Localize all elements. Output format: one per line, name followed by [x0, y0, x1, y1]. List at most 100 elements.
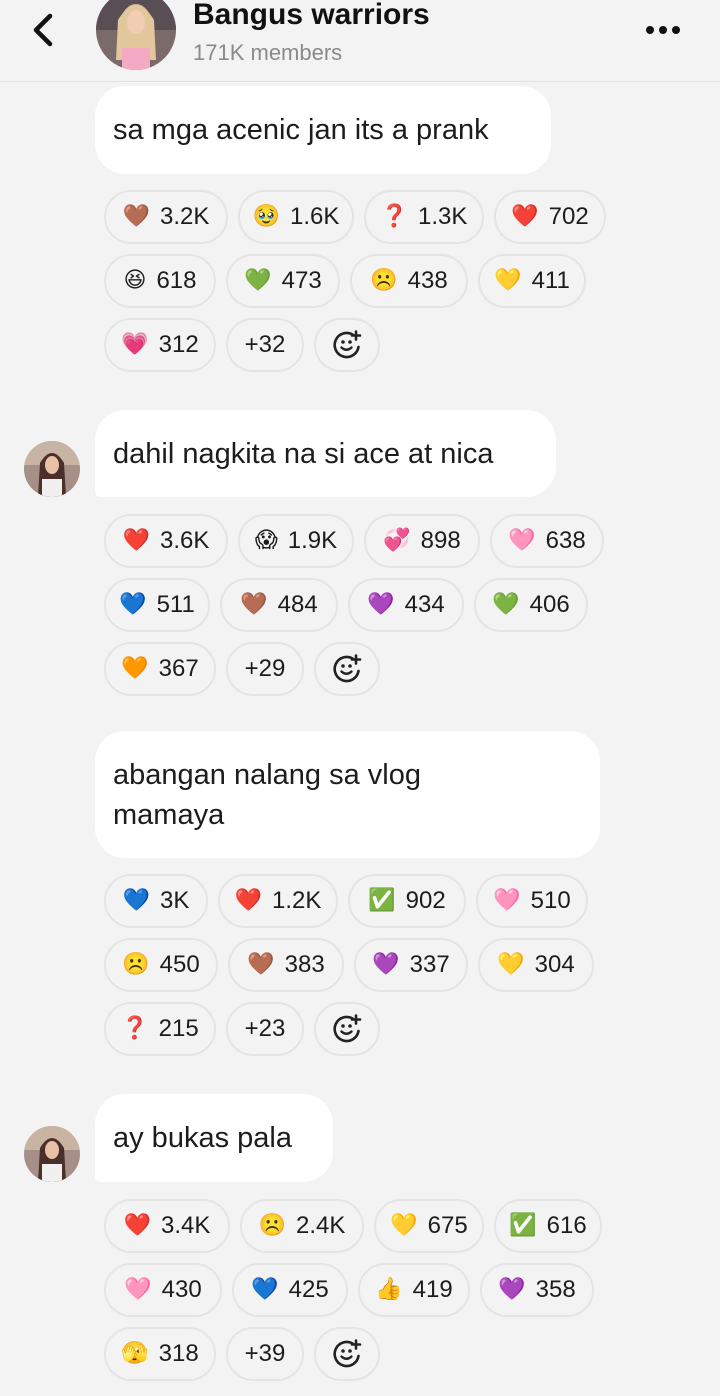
add-reaction-button[interactable] [314, 318, 380, 372]
more-dots-icon [646, 26, 654, 34]
reaction-emoji-icon: ❤️ [123, 1213, 152, 1238]
reaction-emoji-icon: 🩷 [124, 1277, 152, 1302]
reaction-pill[interactable]: 🤎 3.2K [104, 190, 228, 244]
reaction-count: 450 [159, 951, 200, 978]
reaction-emoji-icon: 🤎 [122, 204, 151, 229]
reaction-pill[interactable]: 💙 511 [104, 578, 210, 632]
reaction-pill[interactable]: 🤎 484 [220, 578, 338, 632]
reaction-pill[interactable]: ✅ 902 [348, 874, 466, 928]
add-reaction-button[interactable] [314, 642, 380, 696]
reaction-pill[interactable]: ❤️ 3.4K [104, 1199, 230, 1253]
reaction-emoji-icon: 😱 [254, 528, 278, 553]
reaction-count: 337 [409, 951, 450, 978]
reaction-pill[interactable]: 💙 3K [104, 874, 208, 928]
reaction-count: 618 [156, 267, 197, 294]
reaction-pill[interactable]: 💗 312 [104, 318, 216, 372]
reaction-pill[interactable]: 🥹 1.6K [238, 190, 354, 244]
message-text-line: mamaya [113, 799, 225, 831]
more-reactions-button[interactable]: +29 [226, 642, 304, 696]
reaction-pill[interactable]: 💞 898 [364, 514, 480, 568]
reaction-pill[interactable]: 💛 304 [478, 938, 594, 992]
more-reactions-button[interactable]: +39 [226, 1327, 304, 1381]
reaction-pill[interactable]: 💚 406 [474, 578, 588, 632]
reaction-pill[interactable]: 💜 434 [348, 578, 464, 632]
reaction-pill[interactable]: 🧡 367 [104, 642, 216, 696]
more-reactions-button[interactable]: +23 [226, 1002, 304, 1056]
group-avatar[interactable] [96, 0, 176, 70]
message-bubble[interactable]: sa mga acenic jan its a prank [95, 86, 551, 174]
sender-avatar[interactable] [24, 441, 80, 497]
reaction-count: 215 [158, 1015, 199, 1042]
reaction-pill[interactable]: 😱 1.9K [238, 514, 354, 568]
reaction-count: 411 [531, 267, 570, 294]
reaction-pill[interactable]: ☹️ 450 [104, 938, 218, 992]
reaction-emoji-icon: 🤎 [240, 592, 268, 617]
more-options-button[interactable] [638, 18, 688, 42]
group-title: Bangus warriors [193, 0, 430, 31]
reaction-pill[interactable]: 💛 675 [374, 1199, 484, 1253]
reaction-count: 425 [288, 1276, 329, 1303]
reaction-emoji-icon: 💜 [498, 1277, 526, 1302]
reaction-emoji-icon: 💛 [494, 268, 522, 293]
add-reaction-button[interactable] [314, 1002, 380, 1056]
message-bubble[interactable]: abangan nalang sa vlog mamaya [95, 731, 600, 858]
reaction-count: 1.3K [418, 203, 468, 230]
reaction-emoji-icon: 🤎 [247, 952, 275, 977]
reaction-count: 434 [404, 591, 445, 618]
reaction-emoji-icon: 💞 [383, 528, 411, 553]
reaction-count: 3.2K [160, 203, 210, 230]
reaction-count: 1.2K [272, 887, 322, 914]
reaction-emoji-icon: ❓ [380, 204, 409, 229]
reaction-count: 473 [281, 267, 322, 294]
reaction-pill[interactable]: 🩷 638 [490, 514, 604, 568]
message-text: sa mga acenic jan its a prank [113, 114, 489, 146]
reaction-pill[interactable]: 💜 358 [480, 1263, 594, 1317]
add-reaction-button[interactable] [314, 1327, 380, 1381]
reaction-pill[interactable]: ❓ 1.3K [364, 190, 484, 244]
reaction-emoji-icon: 💚 [244, 268, 272, 293]
reaction-count: 383 [284, 951, 325, 978]
reaction-count: 3.4K [161, 1212, 211, 1239]
reaction-count: 430 [161, 1276, 202, 1303]
reaction-pill[interactable]: 💙 425 [232, 1263, 348, 1317]
reaction-emoji-icon: 💛 [390, 1213, 418, 1238]
reaction-pill[interactable]: 👍 419 [358, 1263, 470, 1317]
reaction-count: 2.4K [296, 1212, 346, 1239]
reaction-emoji-icon: ❤️ [234, 888, 263, 913]
reaction-count: 1.9K [287, 527, 338, 554]
reaction-pill[interactable]: 💜 337 [354, 938, 468, 992]
reaction-emoji-icon: ❓ [121, 1016, 149, 1041]
reaction-pill[interactable]: 😆 618 [104, 254, 216, 308]
reaction-count: 304 [534, 951, 575, 978]
reaction-pill[interactable]: ☹️ 2.4K [240, 1199, 364, 1253]
reaction-pill[interactable]: 🩷 510 [476, 874, 588, 928]
add-reaction-icon [333, 1339, 362, 1368]
message-bubble[interactable]: ay bukas pala [95, 1094, 333, 1182]
reaction-emoji-icon: ✅ [509, 1213, 537, 1238]
reaction-pill[interactable]: ❓ 215 [104, 1002, 216, 1056]
message-bubble[interactable]: dahil nagkita na si ace at nica [95, 410, 556, 497]
reaction-emoji-icon: 🧡 [121, 656, 149, 681]
more-reactions-button[interactable]: +32 [226, 318, 304, 372]
reaction-emoji-icon: 💗 [121, 332, 149, 357]
reaction-emoji-icon: ☹️ [122, 952, 150, 977]
reaction-pill[interactable]: ❤️ 702 [494, 190, 606, 244]
reaction-pill[interactable]: ✅ 616 [494, 1199, 602, 1253]
reaction-count: 510 [530, 887, 571, 914]
message-text-line: abangan nalang sa vlog [113, 759, 421, 791]
reaction-count: 3.6K [160, 527, 210, 554]
sender-avatar[interactable] [24, 1126, 80, 1182]
reaction-pill[interactable]: ❤️ 1.2K [218, 874, 338, 928]
reaction-emoji-icon: 🫣 [121, 1341, 149, 1366]
reaction-pill[interactable]: 🤎 383 [228, 938, 344, 992]
reaction-pill[interactable]: 🫣 318 [104, 1327, 216, 1381]
reaction-emoji-icon: ✅ [368, 888, 396, 913]
back-button[interactable] [28, 10, 62, 50]
reaction-count: 902 [405, 887, 446, 914]
reaction-pill[interactable]: ❤️ 3.6K [104, 514, 228, 568]
reaction-pill[interactable]: 💛 411 [478, 254, 586, 308]
reaction-pill[interactable]: 🩷 430 [104, 1263, 222, 1317]
reaction-emoji-icon: 💙 [251, 1277, 279, 1302]
reaction-pill[interactable]: ☹️ 438 [350, 254, 468, 308]
reaction-pill[interactable]: 💚 473 [226, 254, 340, 308]
